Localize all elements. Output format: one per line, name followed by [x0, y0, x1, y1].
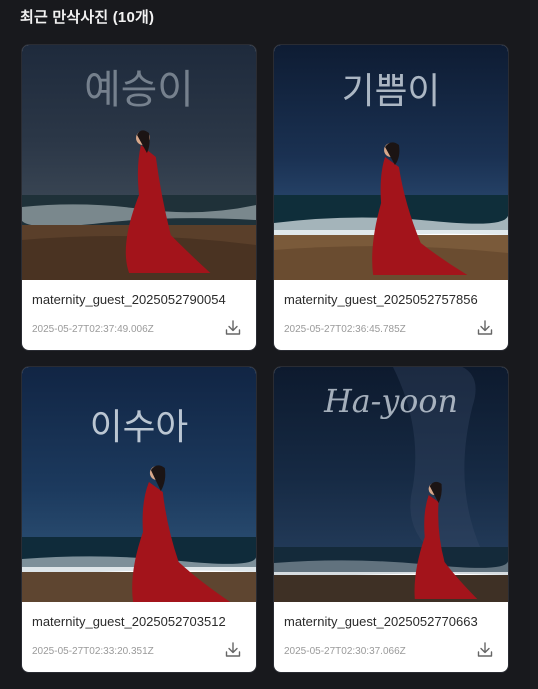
photo-filename: maternity_guest_2025052703512 — [32, 614, 226, 629]
photo-timestamp: 2025-05-27T02:33:20.351Z — [32, 646, 154, 657]
photo-grid: 예승이 maternity_guest_2025052790054 2025-0… — [21, 44, 509, 673]
photo-filename: maternity_guest_2025052770663 — [284, 614, 478, 629]
photo-card[interactable]: 이수아 maternity_guest_2025052703512 2025-0… — [21, 366, 257, 673]
sky-text: 이수아 — [90, 407, 188, 448]
photo-card[interactable]: 예승이 maternity_guest_2025052790054 2025-0… — [21, 44, 257, 351]
maternity-photo-image: 예승이 — [22, 45, 256, 280]
photo-timestamp: 2025-05-27T02:36:45.785Z — [284, 324, 406, 335]
sky-text: 기쁨이 — [342, 71, 440, 112]
photo-thumbnail[interactable]: 예승이 — [22, 45, 256, 280]
photo-thumbnail[interactable]: 기쁨이 — [274, 45, 508, 280]
maternity-photo-image: 이수아 — [22, 367, 256, 602]
download-icon[interactable] — [476, 319, 494, 337]
sky-text: 예승이 — [84, 67, 193, 113]
photo-card[interactable]: Ha-yoon maternity_guest_2025052770663 20… — [273, 366, 509, 673]
photo-timestamp: 2025-05-27T02:30:37.066Z — [284, 646, 406, 657]
download-icon[interactable] — [224, 641, 242, 659]
photo-timestamp: 2025-05-27T02:37:49.006Z — [32, 324, 154, 335]
section-title: 최근 만삭사진 (10개) — [20, 9, 155, 26]
photo-thumbnail[interactable]: Ha-yoon — [274, 367, 508, 602]
photo-filename: maternity_guest_2025052757856 — [284, 292, 478, 307]
photo-filename: maternity_guest_2025052790054 — [32, 292, 226, 307]
photo-card[interactable]: 기쁨이 maternity_guest_2025052757856 2025-0… — [273, 44, 509, 351]
maternity-photo-image: 기쁨이 — [274, 45, 508, 280]
download-icon[interactable] — [224, 319, 242, 337]
scrollbar[interactable] — [530, 0, 538, 689]
sky-text: Ha-yoon — [323, 382, 458, 420]
photo-thumbnail[interactable]: 이수아 — [22, 367, 256, 602]
maternity-photo-image: Ha-yoon — [274, 367, 508, 602]
download-icon[interactable] — [476, 641, 494, 659]
